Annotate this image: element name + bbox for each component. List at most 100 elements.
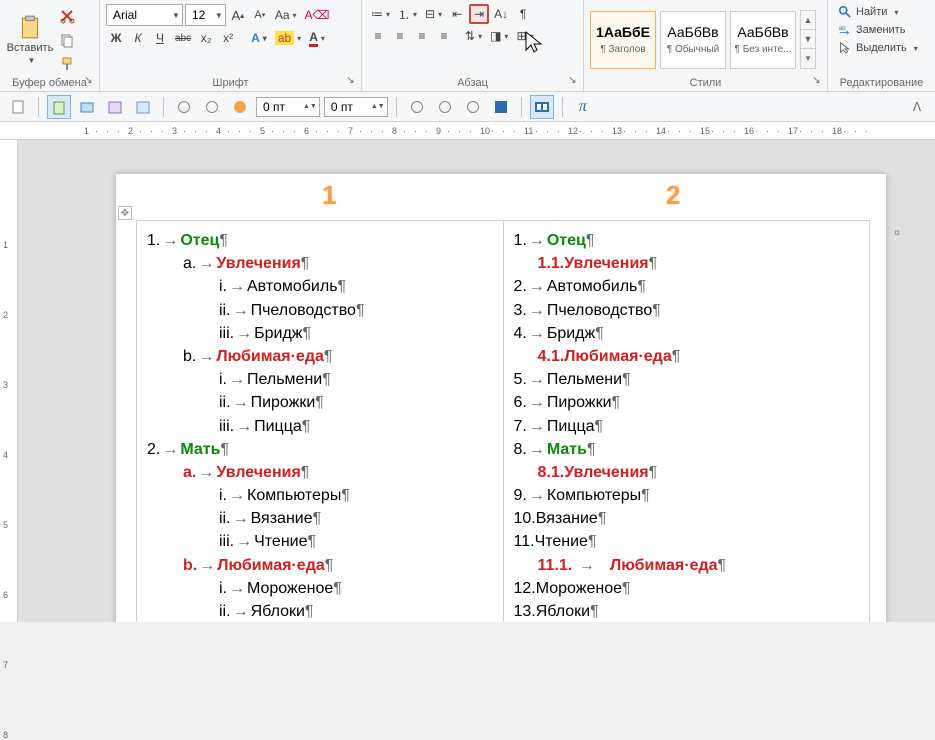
list-item[interactable]: 1.→Отец¶	[514, 229, 860, 252]
text-effects-button[interactable]: A▾	[248, 28, 270, 48]
line-spacing-button[interactable]: ⇅▾	[462, 26, 485, 46]
list-item[interactable]: 5.→Пельмени¶	[514, 368, 860, 391]
list-item[interactable]: 9.→Компьютеры¶	[514, 484, 860, 507]
find-button[interactable]: Найти▾	[834, 4, 929, 20]
cut-button[interactable]	[56, 6, 78, 26]
italic-button[interactable]: К	[128, 28, 148, 48]
opt1-button[interactable]	[172, 95, 196, 119]
paragraph-launcher[interactable]: ↘	[566, 74, 579, 87]
multilevel-button[interactable]: ⊟▾	[422, 4, 445, 24]
paste-image-button[interactable]	[75, 95, 99, 119]
list-item[interactable]: i.→Пельмени¶	[219, 368, 493, 391]
styles-launcher[interactable]: ↘	[810, 74, 823, 87]
superscript-button[interactable]: x²	[218, 28, 238, 48]
format-painter-button[interactable]	[56, 54, 78, 74]
vertical-ruler[interactable]: 12345678	[0, 140, 18, 622]
select-button[interactable]: Выделить▾	[834, 40, 929, 56]
subscript-button[interactable]: x₂	[196, 28, 216, 48]
list-item[interactable]: ii.→Пчеловодство¶	[219, 299, 493, 322]
highlight-button[interactable]: ab▾	[272, 28, 304, 48]
indent-right-combo[interactable]: 0 пт▲▼	[324, 97, 388, 117]
numbering-button[interactable]: ⒈▾	[395, 4, 420, 24]
list-item[interactable]: 10.Вязание¶	[514, 507, 860, 530]
list-item[interactable]: 2.→Мать¶	[147, 438, 493, 461]
list-item[interactable]: a.→Увлечения¶	[183, 461, 493, 484]
bullets-button[interactable]: ≔▾	[368, 4, 393, 24]
style-gallery[interactable]: 1АаБбЕ¶ ЗаголовАаБбВв¶ ОбычныйАаБбВв¶ Бе…	[590, 10, 821, 69]
align-center-button[interactable]: ≡	[390, 26, 410, 46]
table-insert-button[interactable]	[489, 95, 513, 119]
list-item[interactable]: 4.1.Любимая·еда¶	[538, 345, 860, 368]
paste-text-button[interactable]	[103, 95, 127, 119]
list-item[interactable]: 1.1.Увлечения¶	[538, 252, 860, 275]
paste-ins-button[interactable]	[47, 95, 71, 119]
font-color-button[interactable]: A▾	[306, 28, 328, 48]
list-item[interactable]: 1.→Отец¶	[147, 229, 493, 252]
horizontal-ruler[interactable]: 1···2···3···4···5···6···7···8···9···10··…	[0, 122, 935, 140]
strike-button[interactable]: abc	[172, 28, 194, 48]
list-item[interactable]: i.→Мороженое¶	[219, 577, 493, 600]
opt2-button[interactable]	[200, 95, 224, 119]
list-item[interactable]: iii.→Бридж¶	[219, 322, 493, 345]
list-item[interactable]: b.→Любимая·еда¶	[183, 554, 493, 577]
list-item[interactable]: i.→Автомобиль¶	[219, 275, 493, 298]
font-launcher[interactable]: ↘	[344, 74, 357, 87]
change-case-button[interactable]: Aa▾	[272, 5, 300, 25]
sort-button[interactable]: A↓	[491, 4, 511, 24]
opt6-button[interactable]	[461, 95, 485, 119]
equation-button[interactable]: π	[571, 95, 595, 119]
style-card[interactable]: АаБбВв¶ Без инте...	[730, 11, 796, 69]
list-item[interactable]: b.→Любимая·еда¶	[183, 345, 493, 368]
collapse-ribbon-button[interactable]: ᐱ	[905, 95, 929, 119]
list-item[interactable]: 4.→Бридж¶	[514, 322, 860, 345]
opt5-button[interactable]	[433, 95, 457, 119]
list-item[interactable]: 13.Яблоки¶	[514, 600, 860, 622]
column-2[interactable]: 1.→Отец¶1.1.Увлечения¶2.→Автомобиль¶3.→П…	[503, 220, 871, 622]
gallery-scroll[interactable]: ▲▼▾	[800, 10, 816, 69]
show-marks-button[interactable]: ¶	[513, 4, 533, 24]
clear-format-button[interactable]: A⌫	[302, 5, 333, 25]
list-item[interactable]: 6.→Пирожки¶	[514, 391, 860, 414]
list-item[interactable]: 12.Мороженое¶	[514, 577, 860, 600]
list-item[interactable]: ii.→Яблоки¶	[219, 600, 493, 622]
list-item[interactable]: i.→Компьютеры¶	[219, 484, 493, 507]
shrink-font-button[interactable]: A▾	[250, 5, 270, 25]
replace-button[interactable]: abЗаменить	[834, 22, 929, 38]
bold-button[interactable]: Ж	[106, 28, 126, 48]
font-size-combo[interactable]: 12▼	[185, 4, 226, 26]
align-left-button[interactable]: ≡	[368, 26, 388, 46]
grow-font-button[interactable]: A▴	[228, 5, 248, 25]
list-item[interactable]: 2.→Автомобиль¶	[514, 275, 860, 298]
list-item[interactable]: ii.→Пирожки¶	[219, 391, 493, 414]
shading-button[interactable]: ◨▾	[487, 26, 511, 46]
list-item[interactable]: 11.1. → Любимая·еда¶	[538, 554, 860, 577]
font-family-combo[interactable]: Arial▼	[106, 4, 183, 26]
align-right-button[interactable]: ≡	[412, 26, 432, 46]
list-item[interactable]: iii.→Чтение¶	[219, 530, 493, 553]
paste-button[interactable]: Вставить ▼	[6, 8, 54, 72]
list-item[interactable]: ii.→Вязание¶	[219, 507, 493, 530]
paste-link-button[interactable]	[131, 95, 155, 119]
field-button[interactable]	[530, 95, 554, 119]
list-item[interactable]: 7.→Пицца¶	[514, 415, 860, 438]
underline-button[interactable]: Ч	[150, 28, 170, 48]
justify-button[interactable]: ≡	[434, 26, 454, 46]
clipboard-launcher[interactable]: ↘	[82, 74, 95, 87]
opt3-button[interactable]	[228, 95, 252, 119]
list-item[interactable]: iii.→Пицца¶	[219, 415, 493, 438]
outdent-button[interactable]: ⇤	[447, 4, 467, 24]
copy-button[interactable]	[56, 30, 78, 50]
style-card[interactable]: АаБбВв¶ Обычный	[660, 11, 726, 69]
list-item[interactable]: 11.Чтение¶	[514, 530, 860, 553]
opt4-button[interactable]	[405, 95, 429, 119]
list-item[interactable]: 3.→Пчеловодство¶	[514, 299, 860, 322]
borders-button[interactable]: ⊞▾	[513, 26, 536, 46]
new-doc-button[interactable]	[6, 95, 30, 119]
indent-button[interactable]: ⇥	[469, 4, 489, 24]
column-1[interactable]: 1.→Отец¶a.→Увлечения¶i.→Автомобиль¶ii.→П…	[136, 220, 503, 622]
indent-left-combo[interactable]: 0 пт▲▼	[256, 97, 320, 117]
document-page[interactable]: ✥ 1 2 ¤ 1.→Отец¶a.→Увлечения¶i.→Автомоби…	[116, 174, 886, 622]
list-item[interactable]: a.→Увлечения¶	[183, 252, 493, 275]
style-card[interactable]: 1АаБбЕ¶ Заголов	[590, 11, 656, 69]
list-item[interactable]: 8.1.Увлечения¶	[538, 461, 860, 484]
